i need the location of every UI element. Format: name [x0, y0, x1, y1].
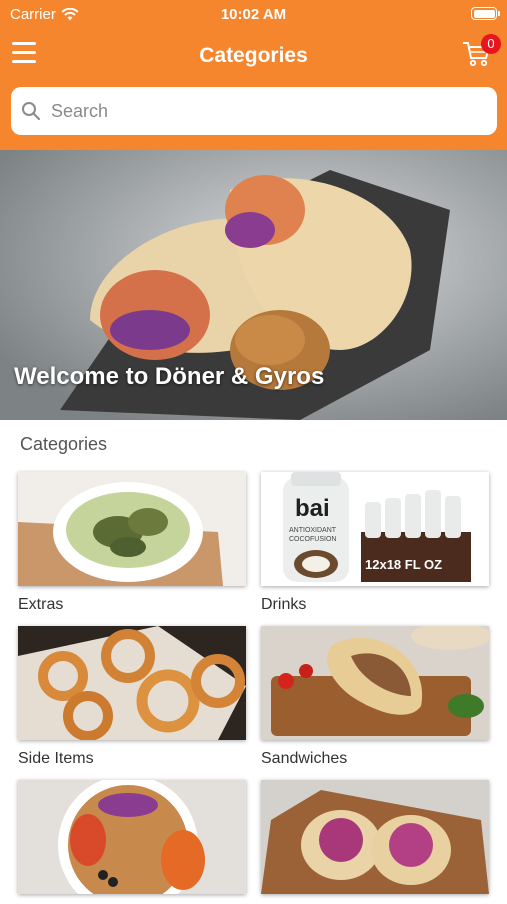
search-bar[interactable] [11, 87, 497, 135]
page-title: Categories [199, 44, 308, 67]
category-image-sandwiches [261, 626, 489, 740]
hero-banner[interactable]: Welcome to Döner & Gyros [0, 150, 507, 420]
category-image-extras [18, 472, 246, 586]
category-card-bowls[interactable] [18, 780, 246, 904]
drink-line1-text: ANTIOXIDANT [289, 527, 337, 534]
category-label: Side Items [18, 750, 94, 767]
status-time: 10:02 AM [220, 6, 287, 23]
category-card-side-items[interactable]: Side Items [18, 626, 246, 768]
category-card-sandwiches[interactable]: Sandwiches [261, 626, 489, 768]
hero-caption: Welcome to Döner & Gyros [14, 363, 325, 390]
category-card-drinks[interactable]: bai ANTIOXIDANT COCOFUSION 12x18 FL OZ D… [261, 472, 489, 614]
category-label: Extras [18, 596, 64, 613]
categories-heading: Categories [20, 434, 108, 454]
top-bar: Carrier 10:02 AM Categories 0 Search [0, 0, 507, 150]
cart-button[interactable]: 0 [461, 34, 501, 70]
category-image-side-items [18, 626, 246, 740]
category-card-wraps[interactable] [261, 780, 489, 904]
category-label: Sandwiches [261, 750, 348, 767]
drink-brand-text: bai [295, 495, 330, 522]
cart-count-badge: 0 [481, 34, 501, 54]
drink-pack-text: 12x18 FL OZ [365, 557, 442, 572]
category-card-extras[interactable]: Extras [18, 472, 246, 614]
category-label: Drinks [261, 596, 307, 613]
search-icon [22, 102, 40, 120]
category-image-drinks: bai ANTIOXIDANT COCOFUSION 12x18 FL OZ [261, 472, 489, 586]
drink-line2-text: COCOFUSION [289, 536, 336, 543]
nav-bar: Categories 0 [0, 30, 507, 82]
category-image-bowls [18, 780, 246, 894]
search-input[interactable] [49, 99, 473, 123]
battery-icon [471, 7, 500, 20]
status-bar: Carrier 10:02 AM [0, 0, 507, 30]
category-image-wraps [261, 780, 489, 894]
